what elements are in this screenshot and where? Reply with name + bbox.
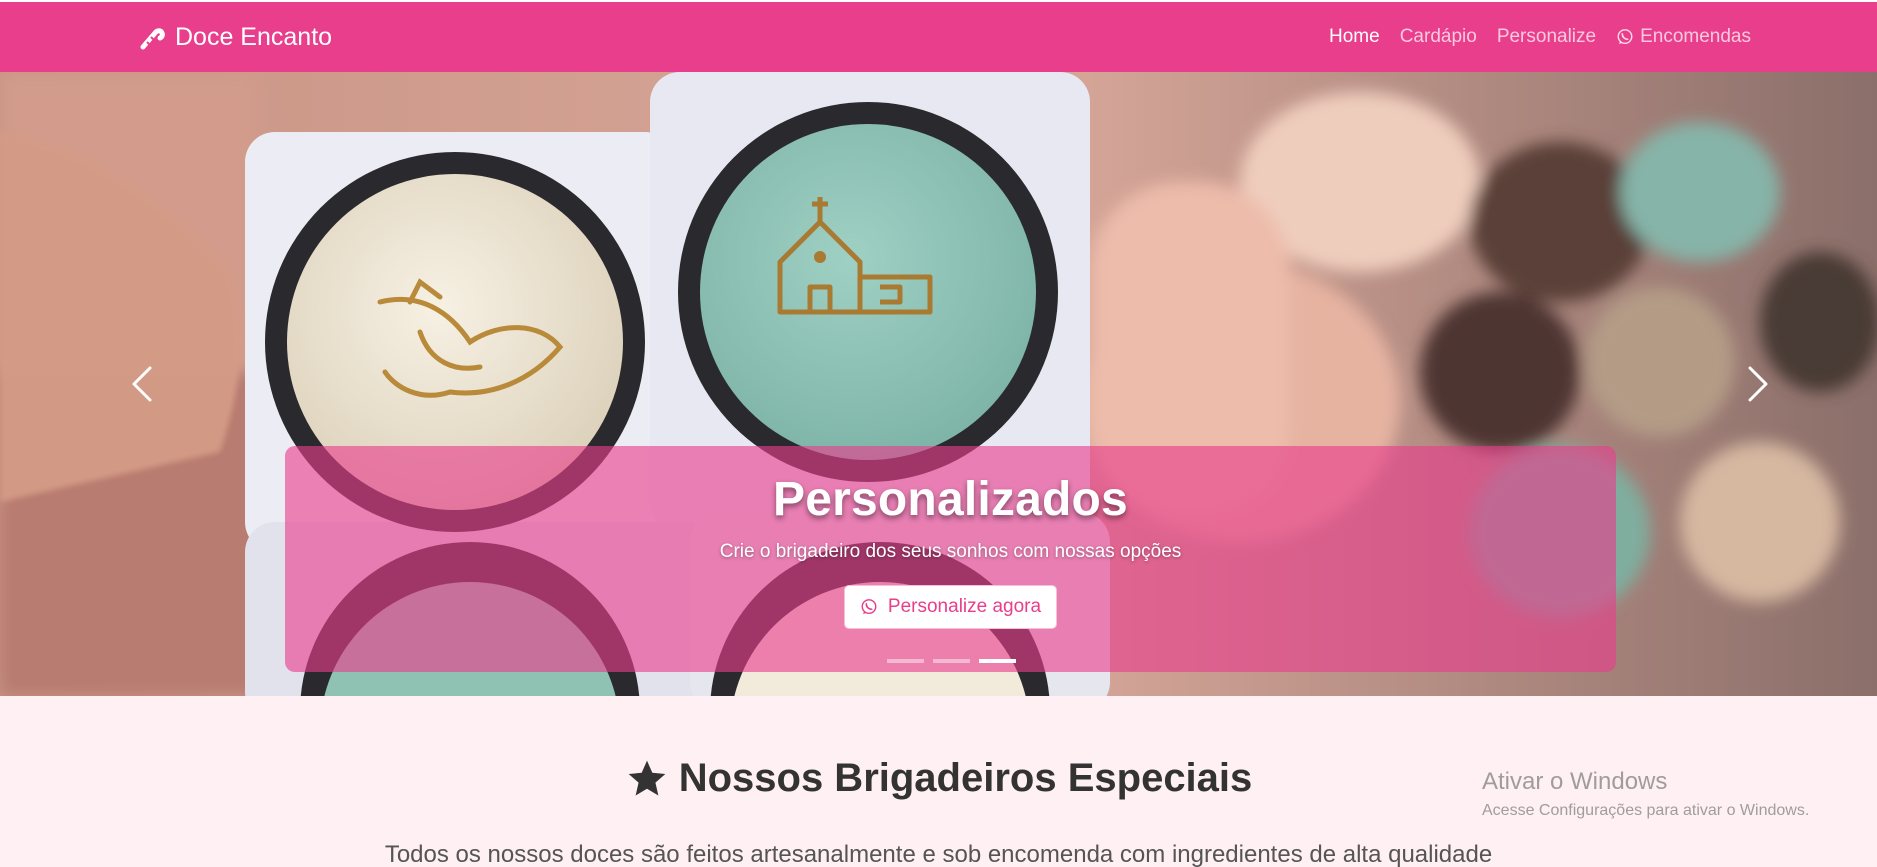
nav-cardapio[interactable]: Cardápio (1400, 26, 1477, 48)
personalize-now-button[interactable]: Personalize agora (843, 585, 1058, 629)
chevron-left-icon (132, 366, 152, 402)
carousel-indicator-3[interactable] (979, 659, 1016, 663)
star-icon (628, 760, 666, 795)
nav-menu: Home Cardápio Personalize Encomendas (1329, 2, 1751, 72)
navbar: Doce Encanto Home Cardápio Personalize E… (0, 2, 1877, 72)
windows-activation-title: Ativar o Windows (1482, 768, 1668, 795)
whatsapp-icon (861, 599, 877, 615)
windows-activation-subtitle: Acesse Configurações para ativar o Windo… (1482, 802, 1810, 819)
chevron-right-icon (1748, 366, 1768, 402)
carousel-caption: Personalizados Crie o brigadeiro dos seu… (285, 446, 1616, 672)
section-title-text: Nossos Brigadeiros Especiais (678, 756, 1253, 800)
carousel-next-button[interactable] (1728, 354, 1788, 414)
nav-home[interactable]: Home (1329, 26, 1380, 48)
nav-encomendas[interactable]: Encomendas (1616, 26, 1751, 48)
brand-name: Doce Encanto (175, 22, 333, 51)
hero-carousel: Personalizados Crie o brigadeiro dos seu… (0, 72, 1877, 696)
brand-link[interactable]: Doce Encanto (138, 2, 332, 72)
carousel-indicator-1[interactable] (887, 659, 924, 663)
nav-personalize[interactable]: Personalize (1497, 26, 1596, 48)
carousel-prev-button[interactable] (112, 354, 172, 414)
section-description: Todos os nossos doces são feitos artesan… (384, 841, 1493, 867)
carousel-indicators (887, 659, 1016, 663)
nav-encomendas-label: Encomendas (1640, 26, 1751, 47)
cta-label: Personalize agora (887, 596, 1042, 617)
candy-cane-icon (140, 28, 165, 50)
whatsapp-icon (1617, 29, 1633, 45)
caption-subtitle: Crie o brigadeiro dos seus sonhos com no… (719, 541, 1182, 562)
caption-title: Personalizados (773, 473, 1128, 526)
carousel-indicator-2[interactable] (933, 659, 970, 663)
